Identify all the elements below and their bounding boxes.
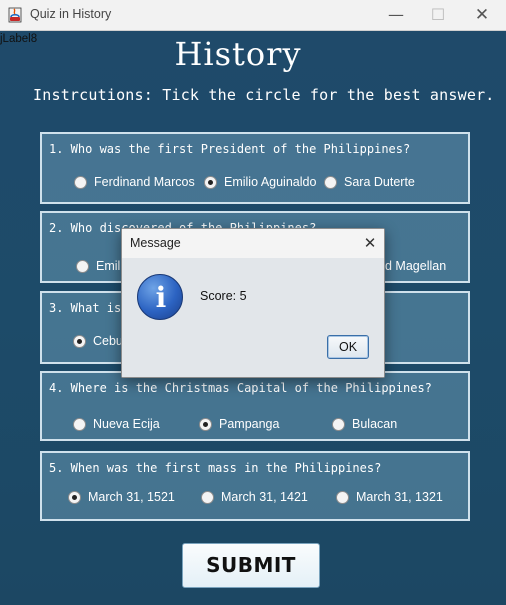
- close-window-button[interactable]: ✕: [468, 4, 496, 26]
- page-title: History: [174, 35, 302, 73]
- radio-button[interactable]: [199, 417, 212, 431]
- question-1-panel: 1. Who was the first President of the Ph…: [40, 132, 470, 204]
- question-5-panel: 5. When was the first mass in the Philip…: [40, 451, 470, 521]
- q5-option-2[interactable]: March 31, 1421: [201, 490, 308, 504]
- option-label: Ferdinand Marcos: [94, 175, 195, 189]
- minimize-button[interactable]: —: [382, 4, 410, 26]
- maximize-button[interactable]: ☐: [424, 4, 452, 26]
- option-label: March 31, 1321: [356, 490, 443, 504]
- q4-option-2[interactable]: Pampanga: [199, 417, 279, 431]
- option-label: Sara Duterte: [344, 175, 415, 189]
- radio-button[interactable]: [74, 175, 87, 189]
- option-label: Emili: [96, 259, 124, 273]
- option-label: Pampanga: [219, 417, 280, 431]
- q1-option-2[interactable]: Emilio Aguinaldo: [204, 175, 316, 189]
- radio-button[interactable]: [332, 417, 345, 431]
- option-label: d Magellan: [385, 259, 447, 273]
- option-label: Bulacan: [352, 417, 398, 431]
- radio-button[interactable]: [73, 417, 86, 431]
- q3-option-1[interactable]: Cebu: [73, 334, 123, 348]
- radio-button[interactable]: [204, 175, 217, 189]
- radio-button[interactable]: [324, 175, 337, 189]
- information-icon-glyph: i: [155, 281, 167, 314]
- dialog-title: Message: [130, 236, 181, 250]
- option-label: March 31, 1521: [88, 490, 175, 504]
- message-dialog: Message ✕ i Score: 5 OK: [121, 228, 385, 378]
- question-5-text: 5. When was the first mass in the Philip…: [49, 461, 382, 475]
- option-label: Cebu: [93, 334, 123, 348]
- q5-option-3[interactable]: March 31, 1321: [336, 490, 443, 504]
- radio-button[interactable]: [76, 259, 89, 273]
- question-1-text: 1. Who was the first President of the Ph…: [49, 142, 411, 156]
- radio-button[interactable]: [73, 334, 86, 348]
- ok-button[interactable]: OK: [327, 335, 369, 359]
- option-label: Emilio Aguinaldo: [224, 175, 317, 189]
- q1-option-3[interactable]: Sara Duterte: [324, 175, 415, 189]
- option-label: Nueva Ecija: [93, 417, 160, 431]
- window-title: Quiz in History: [30, 7, 112, 21]
- radio-button[interactable]: [68, 490, 81, 504]
- window-titlebar: Quiz in History — ☐ ✕: [0, 0, 506, 31]
- q4-option-1[interactable]: Nueva Ecija: [73, 417, 160, 431]
- information-icon: i: [137, 274, 183, 320]
- dialog-close-button[interactable]: ✕: [359, 232, 381, 254]
- question-4-panel: 4. Where is the Christmas Capital of the…: [40, 371, 470, 441]
- q5-option-1[interactable]: March 31, 1521: [68, 490, 175, 504]
- q4-option-3[interactable]: Bulacan: [332, 417, 397, 431]
- radio-button[interactable]: [201, 490, 214, 504]
- option-label: March 31, 1421: [221, 490, 308, 504]
- submit-button[interactable]: SUBMIT: [182, 543, 320, 588]
- q1-option-1[interactable]: Ferdinand Marcos: [74, 175, 195, 189]
- q2-option-1[interactable]: Emili: [76, 259, 123, 273]
- instructions-text: Instrcutions: Tick the circle for the be…: [33, 86, 495, 104]
- dialog-body: i Score: 5 OK: [122, 258, 384, 377]
- dialog-titlebar: Message ✕: [122, 229, 384, 258]
- score-message: Score: 5: [200, 289, 247, 303]
- question-4-text: 4. Where is the Christmas Capital of the…: [49, 381, 432, 395]
- q2-option-3[interactable]: d Magellan: [385, 259, 446, 273]
- question-3-text: 3. What is: [49, 301, 122, 315]
- radio-button[interactable]: [336, 490, 349, 504]
- java-app-icon: [7, 7, 23, 23]
